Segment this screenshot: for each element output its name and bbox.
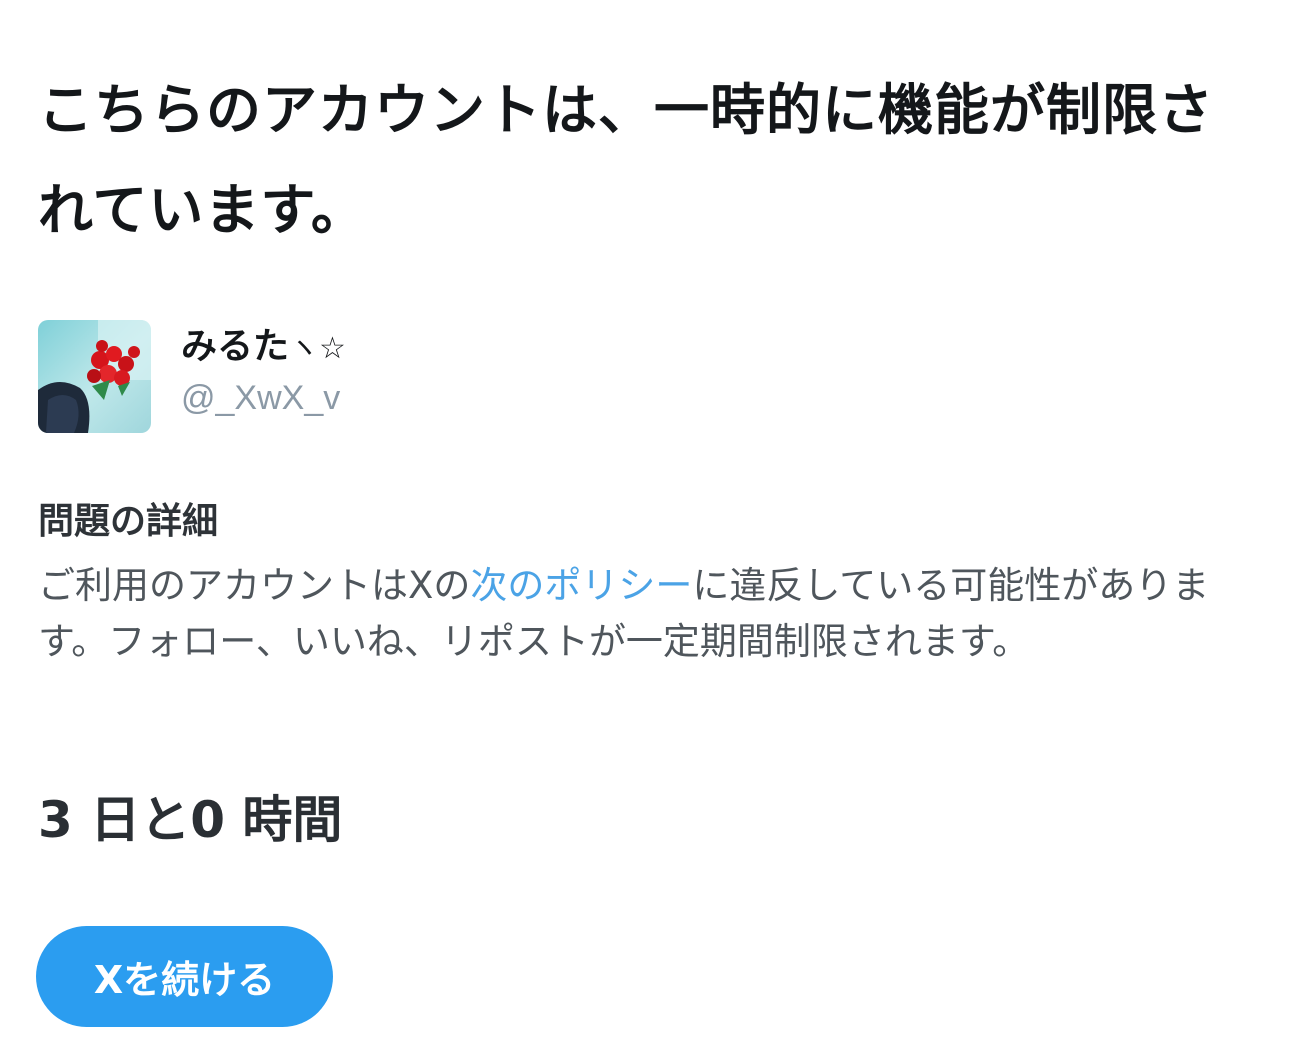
restriction-duration: 3 日と0 時間 — [38, 791, 343, 849]
account-text: みるたヽ☆ @_XwX_v — [181, 320, 346, 422]
account-handle: @_XwX_v — [181, 379, 341, 417]
account-card: みるたヽ☆ @_XwX_v — [38, 320, 638, 435]
policy-link[interactable]: 次のポリシー — [470, 564, 692, 607]
details-body: ご利用のアカウントはXの次のポリシーに違反している可能性があります。フォロー、い… — [38, 558, 1253, 670]
avatar — [38, 320, 151, 433]
display-name-text: みるた — [181, 326, 290, 367]
details-text-before-link: ご利用のアカウントはXの — [38, 564, 471, 607]
display-name-suffix: ヽ☆ — [289, 331, 346, 366]
display-name: みるたヽ☆ — [181, 322, 346, 374]
continue-button[interactable]: Xを続ける — [36, 926, 333, 1027]
avatar-image — [38, 320, 151, 433]
details-heading: 問題の詳細 — [38, 501, 219, 542]
page-title: こちらのアカウントは、一時的に機能が制限されています。 — [38, 78, 1215, 242]
restriction-notice: こちらのアカウントは、一時的に機能が制限されています。 みるたヽ☆ @_XwX_… — [36, 60, 1253, 1027]
issue-details: 問題の詳細 ご利用のアカウントはXの次のポリシーに違反している可能性があります。… — [38, 492, 1253, 670]
